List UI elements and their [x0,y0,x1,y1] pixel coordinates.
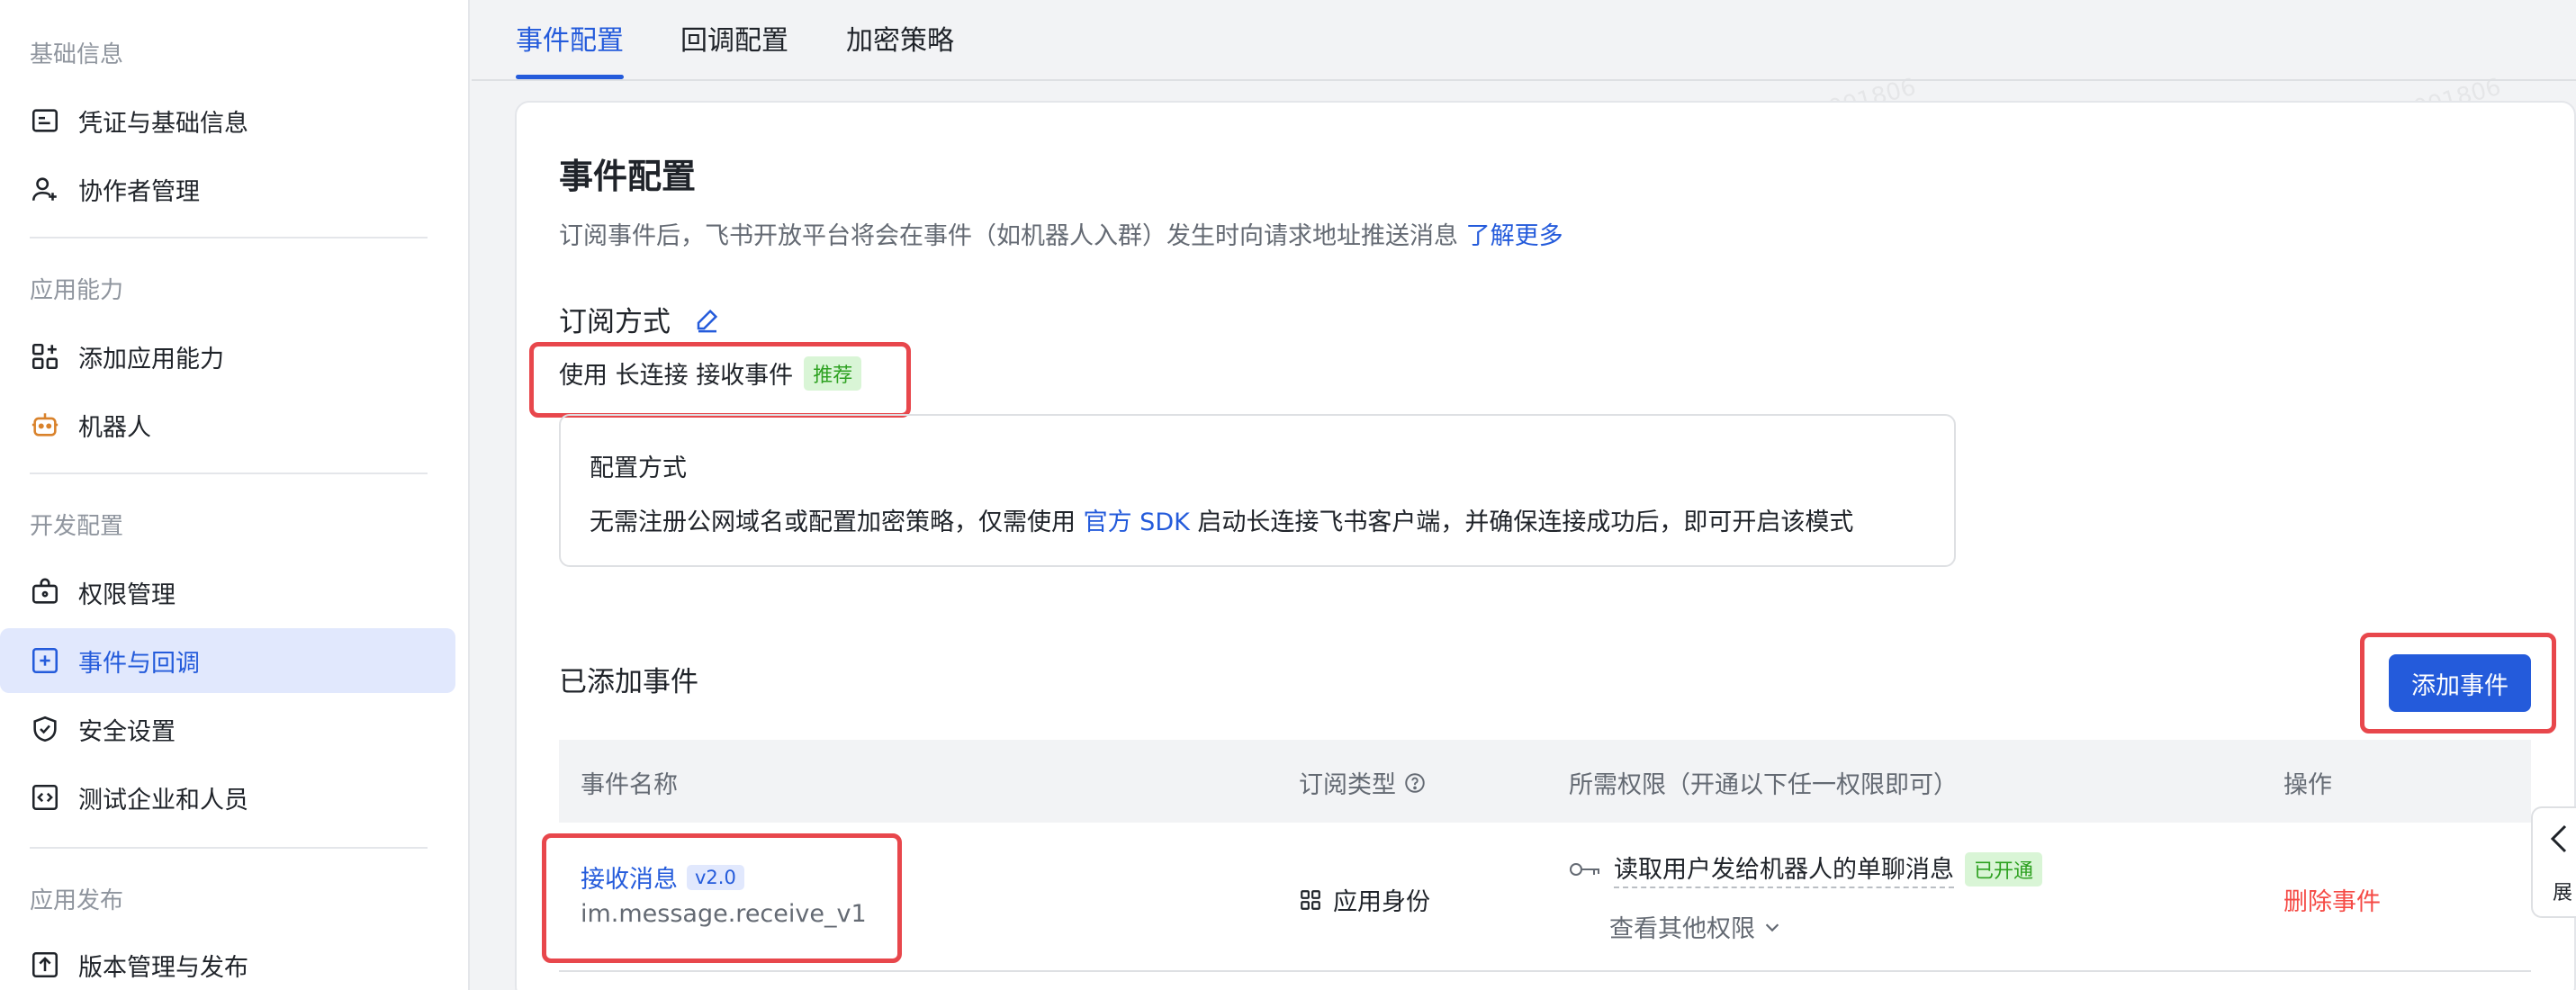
sidebar-item-label: 协作者管理 [78,177,200,206]
tab-bar: 事件配置 回调配置 加密策略 [472,0,2576,81]
description-text: 订阅事件后，飞书开放平台将会在事件（如机器人入群）发生时向请求地址推送消息 [559,222,1458,250]
config-info-box [559,414,1956,567]
permission-icon [30,577,60,608]
sidebar-divider [30,472,428,474]
edit-icon[interactable] [694,306,721,333]
event-icon [30,645,60,676]
add-user-icon [30,174,60,204]
key-icon [1570,862,1599,876]
method-prefix: 使用 [559,362,608,390]
version-badge: v2.0 [687,864,744,890]
sidebar-item-security[interactable]: 安全设置 [0,697,455,761]
sidebar-item-label: 安全设置 [78,717,176,746]
sidebar-item-permissions[interactable]: 权限管理 [0,560,455,625]
column-header-subscription-type: 订阅类型 [1299,765,1427,800]
more-permissions-text: 查看其他权限 [1609,915,1755,943]
upload-icon [30,950,60,980]
row-divider [559,970,2531,972]
sidebar-section-dev-config: 开发配置 [30,513,124,540]
sidebar-divider [30,237,428,238]
robot-icon [30,410,60,440]
sidebar-item-versions[interactable]: 版本管理与发布 [0,932,455,990]
sidebar-divider [30,847,428,849]
sidebar-section-release: 应用发布 [30,887,124,914]
help-icon[interactable] [1403,771,1427,795]
column-header-event-name: 事件名称 [581,771,678,799]
subscription-title: 订阅方式 [559,299,721,339]
event-name: 接收消息 [581,866,678,894]
permission-status-badge: 已开通 [1965,851,2043,886]
sidebar-item-add-capability[interactable]: 添加应用能力 [0,324,455,389]
sidebar-item-robot[interactable]: 机器人 [0,392,455,457]
tab-event-config[interactable]: 事件配置 [516,18,624,79]
method-suffix: 接收事件 [696,362,794,390]
grid-add-icon [30,341,60,372]
permission-item: 读取用户发给机器人的单聊消息 已开通 [1569,850,2043,888]
added-events-title: 已添加事件 [559,666,698,698]
sidebar-item-label: 凭证与基础信息 [78,109,248,138]
config-text: 无需注册公网域名或配置加密策略，仅需使用 官方 SDK 启动长连接飞书客户端，并… [590,502,1853,537]
sidebar-section-capabilities: 应用能力 [30,277,124,304]
tab-encryption[interactable]: 加密策略 [846,18,954,79]
config-title: 配置方式 [590,454,687,482]
permission-text[interactable]: 读取用户发给机器人的单聊消息 [1614,850,1954,888]
sidebar-section-basic: 基础信息 [30,41,124,68]
sidebar-item-label: 事件与回调 [78,649,200,678]
code-icon [30,782,60,813]
page-description: 订阅事件后，飞书开放平台将会在事件（如机器人入群）发生时向请求地址推送消息 了解… [559,216,1563,251]
sidebar-item-test-enterprise[interactable]: 测试企业和人员 [0,765,455,830]
expand-label: 展 [2553,882,2573,904]
config-text-before: 无需注册公网域名或配置加密策略，仅需使用 [590,508,1076,536]
sidebar-item-label: 版本管理与发布 [78,953,248,982]
tab-callback-config[interactable]: 回调配置 [680,18,788,79]
sidebar-item-collaborators[interactable]: 协作者管理 [0,157,455,221]
subscription-type-text: 应用身份 [1333,888,1430,916]
recommend-badge: 推荐 [804,356,862,391]
chevron-down-icon [1765,922,1779,932]
column-header-actions: 操作 [2283,771,2332,799]
page-title: 事件配置 [559,157,697,196]
expand-panel-button[interactable]: 展 [2531,806,2576,918]
sidebar: 基础信息 凭证与基础信息 协作者管理 应用能力 添加应用能力 机器人 开发配置 … [0,0,470,990]
sidebar-item-label: 添加应用能力 [78,345,224,374]
app-grid-icon [1301,889,1320,910]
chevron-left-icon [2550,824,2567,853]
sidebar-item-label: 机器人 [78,413,151,442]
table-header [559,740,2531,823]
event-name-link[interactable]: 接收消息 v2.0 [581,860,744,895]
delete-event-link[interactable]: 删除事件 [2283,882,2381,917]
sidebar-item-label: 权限管理 [78,580,176,609]
subscription-type: 应用身份 [1299,882,1430,917]
event-code: im.message.receive_v1 [581,900,867,928]
add-event-button[interactable]: 添加事件 [2389,654,2531,712]
sidebar-item-events-callbacks[interactable]: 事件与回调 [0,628,455,693]
config-text-after: 启动长连接飞书客户端，并确保连接成功后，即可开启该模式 [1197,508,1854,536]
more-permissions-toggle[interactable]: 查看其他权限 [1609,909,1782,944]
learn-more-link[interactable]: 了解更多 [1466,222,1563,250]
credentials-icon [30,105,60,136]
column-header-label: 订阅类型 [1299,771,1396,799]
column-header-permissions: 所需权限（开通以下任一权限即可） [1569,771,1958,799]
sdk-link[interactable]: 官方 SDK [1084,508,1190,536]
shield-icon [30,714,60,744]
method-name: 长连接 [615,362,689,390]
subscription-title-text: 订阅方式 [559,306,671,338]
sidebar-item-credentials[interactable]: 凭证与基础信息 [0,88,455,153]
subscription-method: 使用 长连接 接收事件 推荐 [559,356,862,391]
sidebar-item-label: 测试企业和人员 [78,786,248,814]
